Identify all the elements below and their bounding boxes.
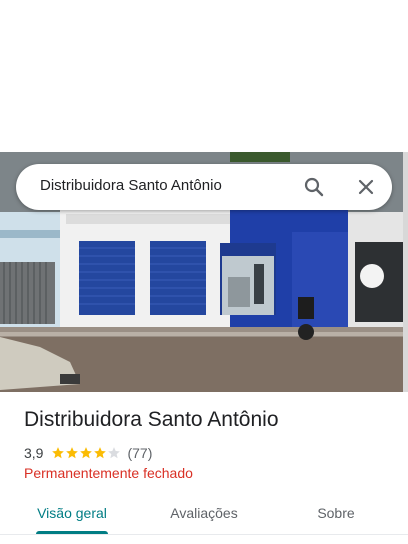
rating-value: 3,9 (24, 445, 44, 461)
close-icon (358, 179, 374, 195)
search-bar[interactable]: Distribuidora Santo Antônio (16, 164, 392, 210)
star-full-icon (80, 447, 93, 459)
tabs-divider (0, 534, 408, 535)
star-empty-icon (108, 447, 121, 459)
review-count[interactable]: (77) (127, 445, 152, 461)
star-rating (51, 446, 121, 460)
place-title: Distribuidora Santo Antônio (24, 408, 279, 431)
rating-row[interactable]: 3,9 (77) (24, 444, 152, 462)
search-input[interactable]: Distribuidora Santo Antônio (40, 177, 222, 194)
search-button[interactable] (302, 175, 326, 199)
star-full-icon (66, 447, 79, 459)
tab-overview[interactable]: Visão geral (24, 496, 120, 536)
search-icon (304, 177, 324, 197)
status-text: Permanentemente fechado (24, 465, 193, 481)
tab-about[interactable]: Sobre (296, 496, 376, 536)
place-tabs: Visão geral Avaliações Sobre (0, 496, 408, 544)
close-button[interactable] (354, 175, 378, 199)
star-full-icon (52, 447, 65, 459)
photo-scrollbar[interactable] (403, 152, 408, 392)
tab-reviews[interactable]: Avaliações (156, 496, 252, 536)
star-full-icon (94, 447, 107, 459)
